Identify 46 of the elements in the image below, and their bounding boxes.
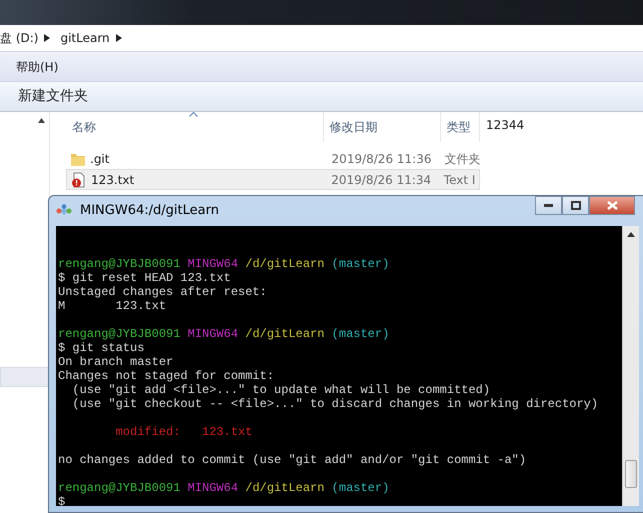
- file-name: .git: [90, 150, 110, 168]
- modified-file-line: modified: 123.txt: [114, 425, 254, 439]
- nav-pane-item[interactable]: [0, 367, 49, 387]
- preview-text: 12344: [486, 118, 524, 132]
- file-type: 文件夹: [444, 150, 480, 168]
- file-row[interactable]: .git 2019/8/26 11:36 文件夹: [66, 148, 480, 169]
- column-header[interactable]: 名称: [66, 112, 324, 142]
- maximize-icon: [570, 201, 580, 210]
- column-header[interactable]: 类型: [440, 112, 480, 142]
- text-file-icon: [71, 172, 87, 188]
- terminal-output-line: $ git reset HEAD 123.txt: [58, 271, 232, 285]
- file-name: 123.txt: [91, 172, 134, 188]
- breadcrumb-item[interactable]: gitLearn: [60, 29, 116, 47]
- terminal-output-line: Unstaged changes after reset:: [58, 285, 268, 299]
- minimize-icon: [544, 204, 553, 207]
- scrollbar-thumb[interactable]: [625, 460, 637, 488]
- prompt-line: rengang@JYBJB0091 MINGW64 /d/gitLearn (master): [58, 257, 390, 271]
- scrollbar[interactable]: [622, 226, 639, 506]
- maximize-button[interactable]: [562, 196, 589, 215]
- terminal-output-line: (use "git checkout -- <file>..." to discard changes in working directory): [71, 397, 600, 411]
- close-icon: [606, 201, 618, 210]
- prompt-line: rengang@JYBJB0091 MINGW64 /d/gitLearn (master): [58, 481, 390, 495]
- file-type: Text I: [442, 172, 476, 188]
- breadcrumb-item[interactable]: 盘 (D:): [0, 29, 44, 47]
- terminal-output-line: $ git status: [58, 341, 146, 355]
- terminal-output-line: On branch master: [58, 355, 174, 369]
- menu-item[interactable]: 帮助(H): [16, 58, 58, 76]
- scroll-up-arrow-icon[interactable]: [627, 232, 635, 237]
- file-date: 2019/8/26 11:36: [330, 150, 432, 168]
- terminal-output-line: M 123.txt: [58, 299, 168, 313]
- terminal-output-line: no changes added to commit (use "git add" and/or "git commit -a"): [58, 453, 528, 467]
- diamond-logo-icon: [56, 204, 72, 218]
- prompt-line: rengang@JYBJB0091 MINGW64 /d/gitLearn (master): [58, 327, 390, 341]
- chevron-icon[interactable]: [116, 34, 122, 42]
- terminal-output-line: Changes not staged for commit:: [58, 369, 276, 383]
- file-date: 2019/8/26 11:34: [330, 172, 432, 188]
- close-button[interactable]: [589, 196, 635, 215]
- scroll-up-arrow-icon[interactable]: [38, 118, 45, 123]
- toolbar-button[interactable]: 新建文件夹: [18, 86, 88, 107]
- window-title: MINGW64:/d/gitLearn: [80, 202, 219, 220]
- terminal-output-line: $: [58, 495, 66, 509]
- column-header[interactable]: 修改日期: [324, 112, 441, 142]
- minimize-button[interactable]: [535, 196, 562, 215]
- terminal-output-line: (use "git add <file>..." to update what will be committed): [71, 383, 492, 397]
- file-row[interactable]: 123.txt 2019/8/26 11:34 Text I: [66, 169, 480, 190]
- chevron-icon[interactable]: [44, 34, 50, 42]
